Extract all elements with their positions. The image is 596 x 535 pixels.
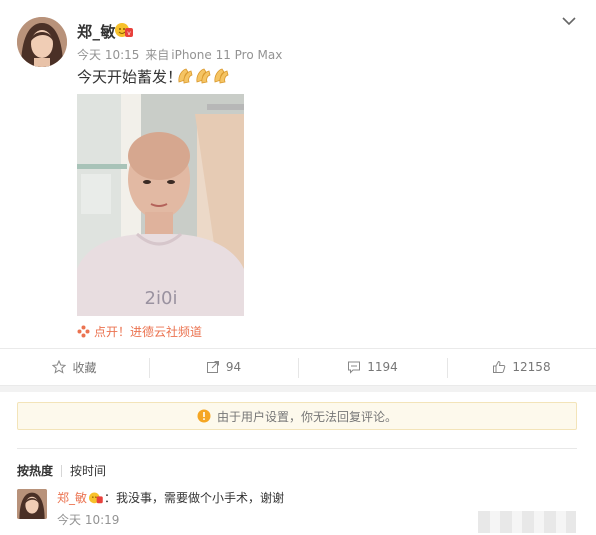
- post-photo[interactable]: 2i0i: [77, 94, 244, 316]
- comment-author[interactable]: 郑_敏: [57, 491, 87, 505]
- like-count: 12158: [512, 360, 551, 374]
- comment-body: 郑_敏 ：我没事，需要做个小手术，谢谢: [57, 489, 284, 506]
- chevron-down-icon[interactable]: [561, 15, 577, 27]
- flower-icon: [77, 325, 90, 338]
- post-device[interactable]: iPhone 11 Pro Max: [171, 48, 282, 62]
- sort-by-hot-tab[interactable]: 按热度: [17, 462, 53, 479]
- source-prefix: 来自: [145, 48, 170, 62]
- star-icon: [52, 360, 67, 374]
- repost-icon: [206, 361, 219, 373]
- vip-badge-icon: [89, 492, 103, 504]
- favorite-button[interactable]: 收藏: [0, 349, 149, 385]
- comment-text: ：我没事，需要做个小手术，谢谢: [104, 491, 285, 505]
- weibo-post: 郑_敏 v 今天 10:15 来自 iPhone 11 Pro Max 今天开始蓄…: [0, 0, 596, 348]
- warning-icon: [197, 409, 211, 423]
- blurred-watermark: [478, 511, 576, 533]
- like-button[interactable]: 12158: [447, 349, 596, 385]
- post-meta: 今天 10:15 来自 iPhone 11 Pro Max: [77, 46, 284, 63]
- comment-icon: [348, 361, 361, 374]
- comment-avatar[interactable]: [17, 489, 47, 519]
- like-icon: [493, 360, 506, 373]
- divider: [17, 448, 577, 449]
- comment-button[interactable]: 1194: [298, 349, 447, 385]
- svg-text:v: v: [127, 30, 131, 37]
- sort-separator: [61, 464, 63, 477]
- comment-count: 1194: [367, 360, 398, 374]
- source-link[interactable]: 点开！进德云社频道: [77, 323, 202, 340]
- reply-disabled-notice: 由于用户设置，你无法回复评论。: [17, 402, 577, 430]
- repost-count: 94: [225, 360, 242, 374]
- notice-text: 由于用户设置，你无法回复评论。: [216, 409, 397, 424]
- comment-time: 今天 10:19: [57, 513, 120, 527]
- action-bar: 收藏 94 1194 12158: [0, 348, 596, 386]
- post-time: 今天 10:15: [77, 48, 140, 62]
- clap-icon: [178, 68, 229, 84]
- author-avatar[interactable]: [17, 17, 67, 67]
- svg-text:2i0i: 2i0i: [145, 288, 178, 309]
- author-name[interactable]: 郑_敏: [77, 21, 116, 42]
- vip-badge-icon[interactable]: v: [114, 21, 133, 38]
- comment-sort-bar: 按热度 按时间: [17, 462, 106, 479]
- section-separator: [0, 386, 596, 392]
- post-text: 今天开始蓄发！: [77, 68, 183, 86]
- sort-by-time-tab[interactable]: 按时间: [70, 462, 106, 479]
- source-link-label[interactable]: 点开！进德云社频道: [94, 325, 202, 339]
- favorite-label: 收藏: [72, 360, 97, 375]
- repost-button[interactable]: 94: [149, 349, 298, 385]
